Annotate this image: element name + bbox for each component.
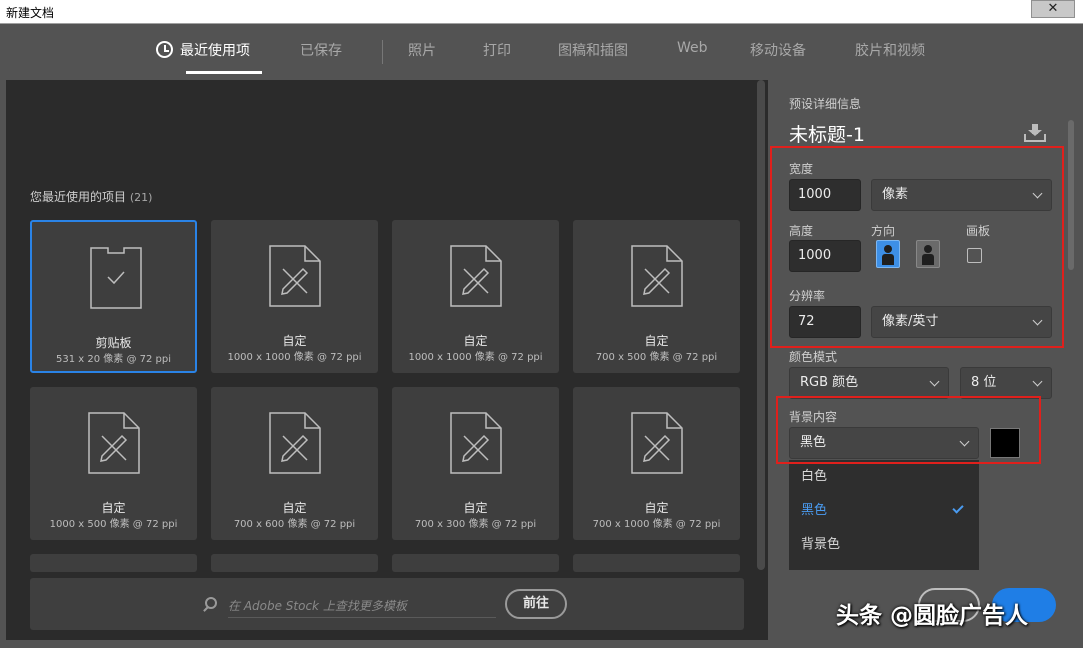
preset-dimensions: 1000 x 1000 像素 @ 72 ppi (227, 352, 362, 363)
color-mode-label: 颜色模式 (789, 350, 838, 364)
tab-web[interactable]: Web (677, 40, 708, 56)
document-pencil-icon (450, 412, 502, 474)
preset-name: 自定 (282, 501, 307, 515)
preset-name: 自定 (644, 334, 669, 348)
highlight-box-dimensions (770, 146, 1064, 348)
color-mode-select[interactable]: RGB 颜色 (789, 367, 949, 399)
tab-saved[interactable]: 已保存 (300, 40, 342, 60)
watermark: 头条 @圆脸广告人 (836, 603, 1029, 629)
bit-depth-value: 8 位 (971, 375, 997, 390)
recent-items-count: (21) (129, 191, 153, 204)
highlight-box-background (776, 396, 1041, 464)
document-pencil-icon (631, 245, 683, 307)
preset-name: 自定 (463, 334, 488, 348)
search-icon (205, 597, 217, 609)
close-window-button[interactable]: ✕ (1031, 0, 1075, 18)
recent-item-custom[interactable]: 自定 700 x 600 像素 @ 72 ppi (211, 387, 378, 540)
tab-photo[interactable]: 照片 (408, 40, 436, 60)
recent-items-heading: 您最近使用的项目 (21) (30, 188, 152, 205)
preset-dimensions: 1000 x 500 像素 @ 72 ppi (49, 519, 178, 530)
preset-name: 自定 (101, 501, 126, 515)
recent-items-label: 您最近使用的项目 (30, 190, 127, 204)
save-preset-icon[interactable] (1024, 124, 1046, 142)
recent-item-custom[interactable]: 自定 1000 x 500 像素 @ 72 ppi (30, 387, 197, 540)
tab-film-video[interactable]: 胶片和视频 (855, 40, 925, 60)
preset-details-heading: 预设详细信息 (789, 97, 862, 111)
document-pencil-icon (631, 412, 683, 474)
recent-item-clipboard[interactable]: 剪贴板 531 x 20 像素 @ 72 ppi (30, 220, 197, 373)
clipboard-icon (90, 247, 142, 309)
recent-item-custom[interactable]: 自定 1000 x 1000 像素 @ 72 ppi (211, 220, 378, 373)
preset-dimensions: 700 x 500 像素 @ 72 ppi (595, 352, 718, 363)
tab-mobile[interactable]: 移动设备 (750, 40, 806, 60)
title-bar: 新建文档 ✕ (0, 0, 1083, 24)
recent-item-custom[interactable]: 自定 700 x 300 像素 @ 72 ppi (392, 387, 559, 540)
window-title: 新建文档 (6, 6, 55, 20)
preset-dimensions: 531 x 20 像素 @ 72 ppi (56, 354, 171, 365)
recent-item-custom[interactable]: 自定 1000 x 1000 像素 @ 72 ppi (392, 220, 559, 373)
recent-item-partial[interactable] (30, 554, 197, 572)
preset-name: 剪贴板 (95, 336, 132, 350)
menu-item-white[interactable]: 白色 (789, 460, 979, 494)
recent-item-partial[interactable] (392, 554, 559, 572)
preset-name: 自定 (644, 501, 669, 515)
go-button[interactable]: 前往 (505, 589, 567, 619)
background-contents-menu: 白色 黑色 背景色 (789, 460, 979, 570)
document-title[interactable]: 未标题-1 (789, 120, 865, 147)
menu-item-black[interactable]: 黑色 (789, 494, 979, 528)
preset-dimensions: 700 x 600 像素 @ 72 ppi (233, 519, 356, 530)
color-mode-value: RGB 颜色 (800, 375, 859, 390)
tab-art-illustration[interactable]: 图稿和插图 (558, 40, 628, 60)
menu-item-background-color[interactable]: 背景色 (789, 528, 979, 562)
preset-dimensions: 1000 x 1000 像素 @ 72 ppi (408, 352, 543, 363)
tab-separator (382, 40, 383, 64)
presets-scrollbar-thumb[interactable] (757, 80, 765, 570)
bit-depth-select[interactable]: 8 位 (960, 367, 1052, 399)
chevron-down-icon (929, 376, 940, 387)
stock-search-bar: 前往 (30, 578, 744, 630)
preset-name: 自定 (282, 334, 307, 348)
stock-search-input[interactable] (228, 594, 496, 618)
active-tab-underline (186, 71, 262, 74)
recent-item-custom[interactable]: 自定 700 x 1000 像素 @ 72 ppi (573, 387, 740, 540)
document-pencil-icon (269, 412, 321, 474)
close-icon: ✕ (1047, 1, 1059, 16)
tab-recent[interactable]: 最近使用项 (180, 40, 250, 60)
preset-dimensions: 700 x 300 像素 @ 72 ppi (414, 519, 537, 530)
tab-print[interactable]: 打印 (483, 40, 511, 60)
preset-dimensions: 700 x 1000 像素 @ 72 ppi (592, 519, 721, 530)
document-pencil-icon (269, 245, 321, 307)
preset-name: 自定 (463, 501, 488, 515)
chevron-down-icon (1032, 376, 1043, 387)
document-pencil-icon (450, 245, 502, 307)
document-pencil-icon (88, 412, 140, 474)
recent-item-partial[interactable] (211, 554, 378, 572)
recent-item-partial[interactable] (573, 554, 740, 572)
clock-icon (156, 41, 173, 58)
recent-item-custom[interactable]: 自定 700 x 500 像素 @ 72 ppi (573, 220, 740, 373)
details-scrollbar-thumb[interactable] (1068, 120, 1074, 270)
